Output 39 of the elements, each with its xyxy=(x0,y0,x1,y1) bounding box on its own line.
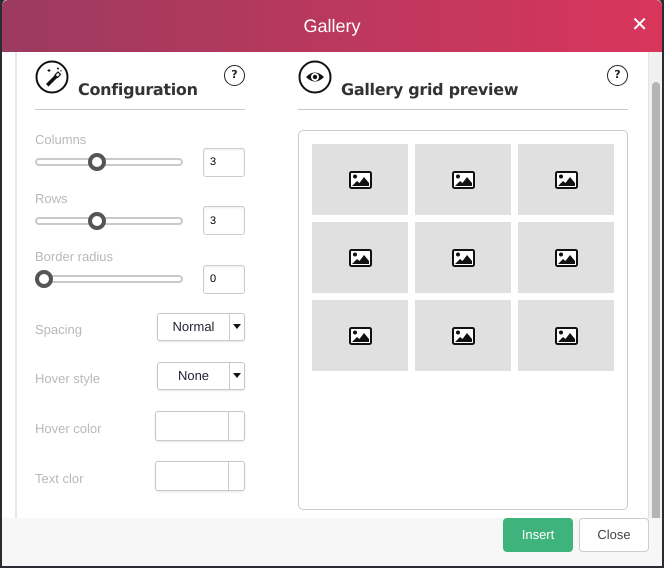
section-title: Gallery grid preview xyxy=(341,82,518,98)
image-icon xyxy=(452,326,474,344)
image-icon xyxy=(554,248,578,266)
number-field[interactable]: 3 xyxy=(203,206,245,235)
image-icon xyxy=(348,248,372,266)
field-label: Columns xyxy=(35,131,88,149)
color-picker[interactable] xyxy=(155,460,245,490)
image-icon xyxy=(452,248,474,266)
section-title: Configuration xyxy=(78,82,198,98)
close-button[interactable]: Close xyxy=(579,518,649,552)
image-icon xyxy=(348,170,372,188)
scrollbar-thumb[interactable] xyxy=(652,82,660,518)
slider-thumb[interactable] xyxy=(35,270,53,288)
image-icon xyxy=(452,170,474,188)
image-icon xyxy=(348,326,372,344)
scrollbar[interactable] xyxy=(648,52,662,518)
image-icon xyxy=(554,326,578,344)
field-label: Border radius xyxy=(35,248,114,266)
image-icon xyxy=(554,170,578,188)
caret-icon xyxy=(233,373,241,378)
slider-thumb[interactable] xyxy=(88,212,106,230)
field-label: Hover color xyxy=(35,420,102,438)
caret-icon xyxy=(233,324,241,329)
color-picker[interactable] xyxy=(155,410,245,440)
help-button[interactable]: ? xyxy=(607,65,628,86)
field-label: Hover style xyxy=(35,370,100,388)
magic-wand-icon xyxy=(35,60,69,94)
eye-icon xyxy=(298,60,332,94)
field-label: Rows xyxy=(35,190,69,208)
window-title: Gallery xyxy=(303,14,360,38)
number-field[interactable]: 3 xyxy=(203,148,245,176)
field-label: Text clor xyxy=(35,470,84,488)
close-button[interactable]: ✕ xyxy=(629,12,650,36)
slider-thumb[interactable] xyxy=(88,153,106,171)
number-field[interactable]: 0 xyxy=(203,264,245,294)
dropdown[interactable]: None xyxy=(157,362,245,390)
help-button[interactable]: ? xyxy=(224,65,245,86)
dropdown[interactable]: Normal xyxy=(157,312,245,340)
field-label: Spacing xyxy=(35,320,82,339)
